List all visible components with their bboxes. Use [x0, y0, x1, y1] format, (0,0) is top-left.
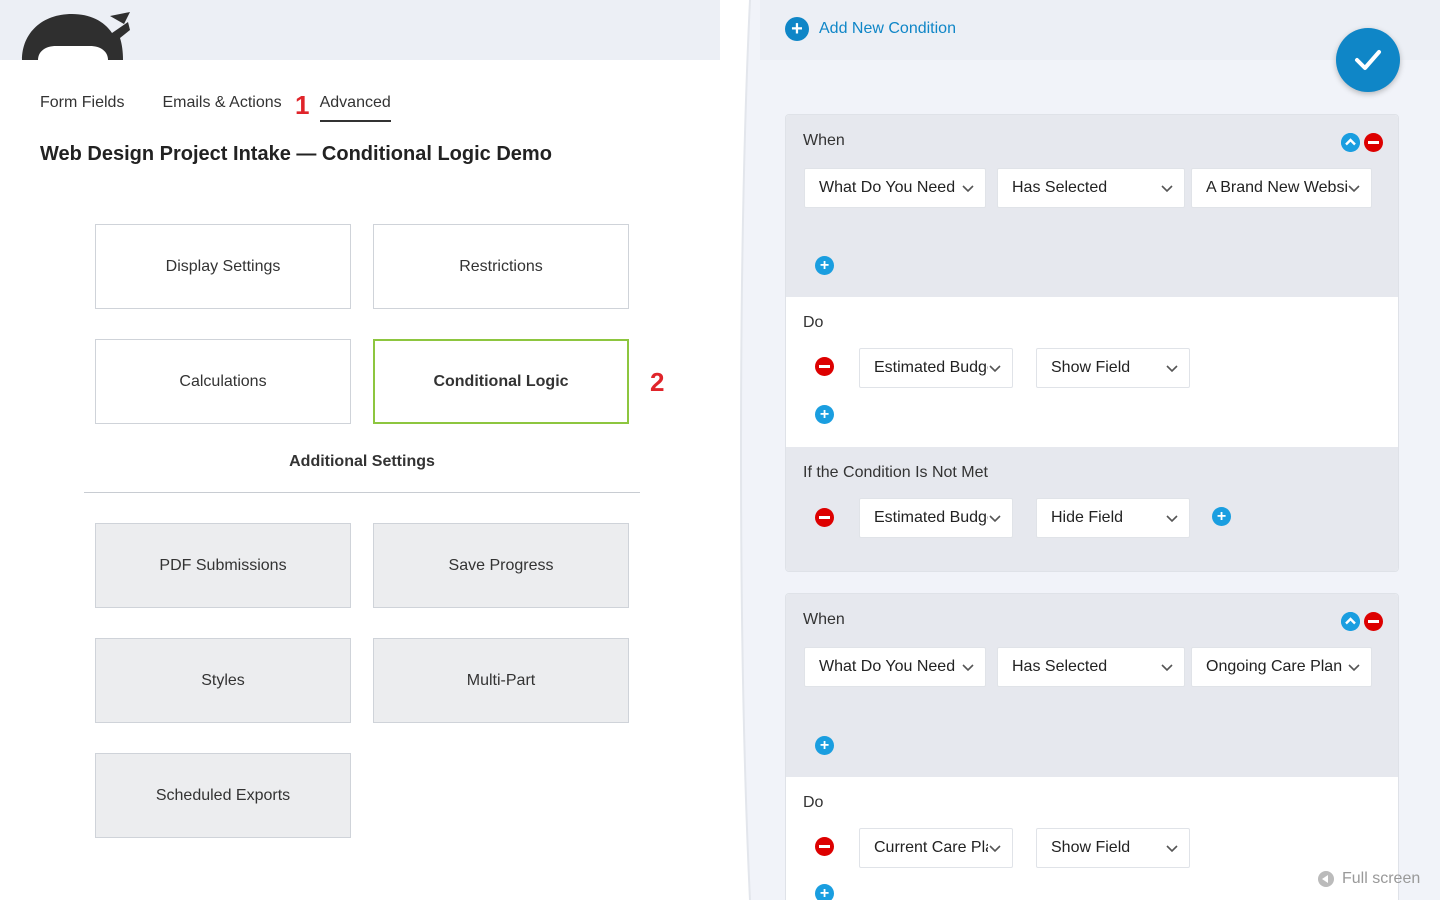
do-action-select[interactable]: Show Field [1036, 828, 1190, 868]
remove-condition-icon[interactable] [1364, 133, 1383, 152]
do-label: Do [803, 794, 824, 811]
conditional-logic-drawer: + Add New Condition When What Do You Nee… [720, 0, 1440, 900]
add-new-condition-label: Add New Condition [819, 20, 956, 37]
else-field-select[interactable]: Estimated Budget [859, 498, 1013, 538]
else-section: If the Condition Is Not Met Estimated Bu… [786, 447, 1398, 571]
chevron-down-icon [1347, 181, 1361, 195]
when-section: When What Do You Need Has Selected A Bra… [786, 115, 1398, 297]
remove-action-icon[interactable] [815, 357, 834, 376]
collapse-up-icon[interactable] [1341, 133, 1360, 152]
do-field-select[interactable]: Current Care Plan [859, 828, 1013, 868]
when-label: When [803, 611, 845, 628]
when-label: When [803, 132, 845, 149]
add-new-condition-button[interactable]: + Add New Condition [785, 17, 956, 41]
chevron-down-icon [1165, 841, 1179, 855]
tab-advanced[interactable]: Advanced [319, 94, 391, 122]
remove-else-action-icon[interactable] [815, 508, 834, 527]
conditional-logic-card[interactable]: Conditional Logic [373, 339, 629, 424]
when-value-select[interactable]: Ongoing Care Plan [1191, 647, 1372, 687]
chevron-down-icon [1347, 660, 1361, 674]
add-else-action-plus-icon[interactable]: + [1212, 507, 1231, 526]
tab-emails-actions[interactable]: Emails & Actions [162, 94, 281, 122]
annotation-marker-2: 2 [650, 367, 665, 397]
chevron-down-icon [1165, 511, 1179, 525]
collapse-up-icon[interactable] [1341, 612, 1360, 631]
do-label: Do [803, 314, 824, 331]
chevron-down-icon [1165, 361, 1179, 375]
remove-condition-icon[interactable] [1364, 612, 1383, 631]
full-screen-label: Full screen [1342, 870, 1421, 887]
chevron-down-icon [1160, 181, 1174, 195]
else-action-select[interactable]: Hide Field [1036, 498, 1190, 538]
plus-icon: + [785, 17, 809, 41]
when-comparator-select[interactable]: Has Selected [997, 168, 1185, 208]
annotation-marker-1: 1 [295, 90, 310, 120]
condition-block: When What Do You Need Has Selected Ongoi… [785, 593, 1399, 900]
full-screen-button[interactable]: Full screen [1318, 870, 1420, 888]
when-field-select[interactable]: What Do You Need [804, 647, 986, 687]
styles-card[interactable]: Styles [95, 638, 351, 723]
when-value-select[interactable]: A Brand New Website [1191, 168, 1372, 208]
done-button[interactable] [1336, 28, 1400, 92]
settings-tabs: Form Fields Emails & Actions Advanced [40, 94, 391, 122]
page-title: Web Design Project Intake — Conditional … [40, 143, 552, 165]
checkmark-icon [1355, 50, 1381, 70]
else-label: If the Condition Is Not Met [803, 464, 988, 481]
when-field-select[interactable]: What Do You Need [804, 168, 986, 208]
condition-block: When What Do You Need Has Selected A Bra… [785, 114, 1399, 572]
multi-part-card[interactable]: Multi-Part [373, 638, 629, 723]
do-section: Do Estimated Budget Show Field + [786, 297, 1398, 447]
chevron-down-icon [1160, 660, 1174, 674]
chevron-down-icon [988, 511, 1002, 525]
when-comparator-select[interactable]: Has Selected [997, 647, 1185, 687]
scheduled-exports-card[interactable]: Scheduled Exports [95, 753, 351, 838]
additional-settings-heading: Additional Settings [289, 453, 435, 470]
divider [84, 492, 640, 493]
restrictions-card[interactable]: Restrictions [373, 224, 629, 309]
add-criteria-plus-icon[interactable]: + [815, 736, 834, 755]
back-arrow-icon [1318, 871, 1334, 887]
tab-form-fields[interactable]: Form Fields [40, 94, 124, 122]
calculations-card[interactable]: Calculations [95, 339, 351, 424]
pdf-submissions-card[interactable]: PDF Submissions [95, 523, 351, 608]
add-action-plus-icon[interactable]: + [815, 405, 834, 424]
add-criteria-plus-icon[interactable]: + [815, 256, 834, 275]
display-settings-card[interactable]: Display Settings [95, 224, 351, 309]
do-field-select[interactable]: Estimated Budget [859, 348, 1013, 388]
chevron-down-icon [988, 361, 1002, 375]
do-action-select[interactable]: Show Field [1036, 348, 1190, 388]
add-action-plus-icon[interactable]: + [815, 884, 834, 900]
ninja-logo-icon [22, 12, 130, 60]
chevron-down-icon [961, 181, 975, 195]
remove-action-icon[interactable] [815, 837, 834, 856]
chevron-down-icon [961, 660, 975, 674]
do-section: Do Current Care Plan Show Field + [786, 777, 1398, 900]
save-progress-card[interactable]: Save Progress [373, 523, 629, 608]
when-section: When What Do You Need Has Selected Ongoi… [786, 594, 1398, 777]
chevron-down-icon [988, 841, 1002, 855]
